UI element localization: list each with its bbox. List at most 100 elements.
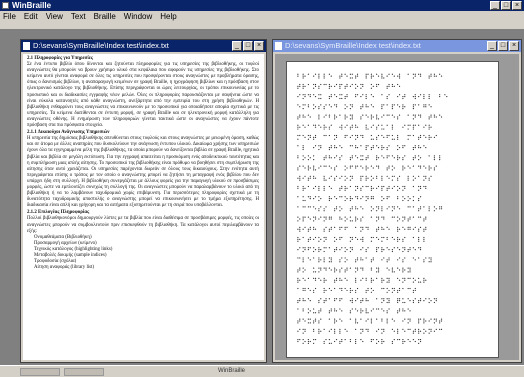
braille-dot bbox=[391, 249, 394, 251]
braille-dot bbox=[365, 175, 367, 177]
braille-dot bbox=[325, 165, 327, 167]
braille-dot bbox=[440, 318, 443, 320]
braille-dot bbox=[318, 330, 320, 332]
braille-dot bbox=[391, 169, 394, 171]
text-window-minimize-icon[interactable]: _ bbox=[232, 41, 242, 51]
braille-dot bbox=[419, 330, 422, 332]
braille-dot bbox=[304, 167, 306, 169]
braille-dot bbox=[398, 106, 401, 108]
menu-file[interactable]: File bbox=[0, 11, 20, 22]
braille-dot bbox=[339, 249, 341, 251]
braille-dot bbox=[372, 208, 374, 210]
braille-dot bbox=[397, 259, 399, 261]
braille-dot bbox=[356, 126, 359, 128]
braille-dot bbox=[388, 167, 390, 169]
braille-dot bbox=[391, 291, 394, 293]
braille-dot bbox=[339, 196, 341, 198]
braille-dot bbox=[402, 220, 404, 222]
braille-dot bbox=[430, 318, 432, 320]
braille-dot bbox=[323, 134, 325, 137]
braille-dot bbox=[344, 104, 346, 106]
braille-dot bbox=[334, 267, 336, 269]
close-icon[interactable]: × bbox=[512, 1, 522, 10]
braille-dot bbox=[418, 114, 420, 116]
braille-dot bbox=[419, 206, 422, 208]
braille-dot bbox=[423, 134, 425, 137]
braille-line: ⠊⠝ ⠃⠗⠁⠊⠇⠇⠑ ⠁⠝⠙ ⠊⠝ ⠑⠇⠑⠉⠞⠗⠕⠝⠊⠉ bbox=[297, 328, 443, 334]
braille-dot bbox=[397, 289, 399, 292]
braille-window-minimize-icon[interactable]: _ bbox=[487, 41, 497, 51]
braille-dot bbox=[391, 216, 394, 218]
braille-dot bbox=[423, 97, 425, 100]
braille-dot bbox=[402, 250, 404, 253]
braille-window-close-icon[interactable]: × bbox=[509, 41, 519, 51]
text-editor-area[interactable]: 2.1 Πληροφορίες για Υπηρεσίες Σε ένα έντυ… bbox=[23, 54, 264, 360]
maximize-icon[interactable]: □ bbox=[501, 1, 511, 10]
braille-dot bbox=[376, 249, 378, 251]
braille-dot bbox=[412, 332, 415, 334]
braille-dot bbox=[328, 199, 331, 202]
braille-dot bbox=[334, 177, 336, 179]
braille-dot bbox=[356, 267, 359, 269]
braille-dot bbox=[409, 269, 411, 271]
text-window-maximize-icon[interactable]: □ bbox=[243, 41, 253, 51]
menu-edit[interactable]: Edit bbox=[20, 11, 42, 22]
braille-window-maximize-icon[interactable]: □ bbox=[498, 41, 508, 51]
text-window-close-icon[interactable]: × bbox=[254, 41, 264, 51]
braille-dot bbox=[397, 95, 399, 98]
braille-dot bbox=[388, 134, 390, 137]
braille-dot bbox=[341, 146, 343, 149]
braille-dot bbox=[412, 179, 415, 181]
braille-dot bbox=[328, 318, 331, 320]
braille-dot bbox=[397, 134, 399, 137]
braille-dot bbox=[376, 128, 378, 130]
braille-dot bbox=[314, 136, 317, 138]
braille-dot bbox=[302, 342, 304, 344]
braille-dot bbox=[381, 216, 383, 218]
braille-dot bbox=[393, 216, 395, 218]
braille-dot bbox=[351, 104, 353, 106]
braille-dot bbox=[388, 301, 390, 304]
braille-dot bbox=[376, 342, 378, 344]
menu-window[interactable]: Window bbox=[120, 11, 156, 22]
braille-dot bbox=[349, 165, 352, 167]
menu-text[interactable]: Text bbox=[67, 11, 90, 22]
braille-dot bbox=[356, 269, 359, 271]
menu-view[interactable]: View bbox=[42, 11, 67, 22]
braille-dot bbox=[323, 281, 325, 283]
braille-dot bbox=[360, 177, 362, 179]
braille-dot bbox=[402, 157, 404, 159]
braille-dot bbox=[297, 116, 299, 118]
braille-dot bbox=[418, 236, 420, 239]
braille-dot bbox=[330, 167, 332, 169]
braille-dot bbox=[356, 94, 359, 96]
braille-dot bbox=[376, 206, 378, 208]
minimize-icon[interactable]: _ bbox=[490, 1, 500, 10]
braille-dot bbox=[339, 332, 341, 334]
app-title-bar[interactable]: WinBraille _ □ × bbox=[0, 0, 524, 11]
menu-braille[interactable]: Braille bbox=[90, 11, 120, 22]
braille-dot bbox=[355, 145, 357, 147]
braille-dot bbox=[325, 157, 327, 159]
braille-dot bbox=[349, 289, 352, 292]
braille-window-title-bar[interactable]: D:\sevans\SymBraille\Index test\index.tx… bbox=[273, 40, 521, 52]
taskbar-slot[interactable] bbox=[20, 368, 60, 376]
braille-dot bbox=[362, 136, 364, 138]
taskbar-slot[interactable] bbox=[64, 368, 104, 376]
braille-dot bbox=[370, 138, 373, 140]
braille-dot bbox=[414, 95, 416, 98]
braille-page[interactable]: ⠃⠗⠁⠊⠇⠇⠑ ⠞⠑⠭⠞⠀⠏⠗⠑⠧⠊⠑⠺ ⠁⠝⠙ ⠞⠓⠑⠞⠗⠁⠝⠎⠉⠗⠊⠏⠞⠊⠕… bbox=[286, 61, 499, 358]
menu-help[interactable]: Help bbox=[156, 11, 180, 22]
braille-dot bbox=[335, 277, 338, 279]
braille-dot bbox=[402, 338, 404, 341]
braille-dot bbox=[355, 216, 357, 218]
text-window-title-bar[interactable]: D:\sevans\SymBraille\Index test\index.tx… bbox=[21, 40, 266, 52]
braille-dot bbox=[414, 94, 416, 96]
braille-dot bbox=[423, 220, 425, 222]
braille-dot bbox=[304, 279, 306, 281]
braille-line: ⠞⠕ ⠥⠝⠙⠑⠗⠎⠞⠁⠝⠙ ⠃⠽ ⠑⠧⠑⠗⠽ bbox=[297, 267, 411, 273]
braille-dot bbox=[383, 236, 385, 239]
braille-dot bbox=[419, 165, 422, 167]
braille-dot bbox=[309, 157, 311, 159]
braille-dot bbox=[314, 124, 317, 126]
